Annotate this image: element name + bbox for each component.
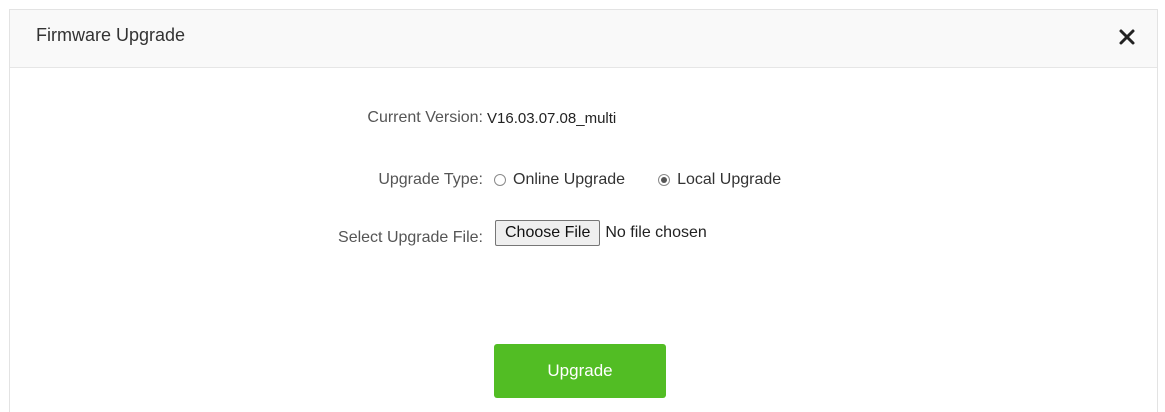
close-icon[interactable] — [1115, 25, 1139, 49]
online-upgrade-radio-button[interactable] — [494, 174, 506, 186]
upgrade-type-label: Upgrade Type: — [378, 171, 483, 188]
online-upgrade-radio[interactable]: Online Upgrade — [494, 171, 625, 189]
local-upgrade-radio-button[interactable] — [658, 174, 671, 186]
upgrade-button[interactable]: Upgrade — [494, 344, 666, 398]
current-version-value: V16.03.07.08_multi — [487, 110, 617, 127]
upgrade-type-row: Upgrade Type: Online Upgrade Local Upgra… — [10, 168, 1157, 194]
firmware-upgrade-dialog: Firmware Upgrade Current Version: V16.03… — [9, 9, 1158, 412]
dialog-header: Firmware Upgrade — [10, 10, 1157, 68]
local-upgrade-radio[interactable]: Local Upgrade — [658, 171, 781, 189]
file-picker: Choose File No file chosen — [495, 220, 707, 246]
current-version-row: Current Version: V16.03.07.08_multi — [10, 106, 1157, 132]
online-upgrade-label: Online Upgrade — [513, 171, 626, 188]
upgrade-file-label: Select Upgrade File: — [338, 229, 483, 246]
current-version-label: Current Version: — [367, 109, 483, 126]
choose-file-button[interactable]: Choose File — [495, 220, 601, 246]
dialog-title: Firmware Upgrade — [36, 25, 186, 45]
local-upgrade-label: Local Upgrade — [677, 171, 782, 188]
upgrade-file-row: Select Upgrade File: Choose File No file… — [10, 220, 1157, 246]
file-status-text: No file chosen — [605, 224, 707, 241]
upgrade-type-radio-group: Online Upgrade Local Upgrade — [494, 171, 781, 189]
